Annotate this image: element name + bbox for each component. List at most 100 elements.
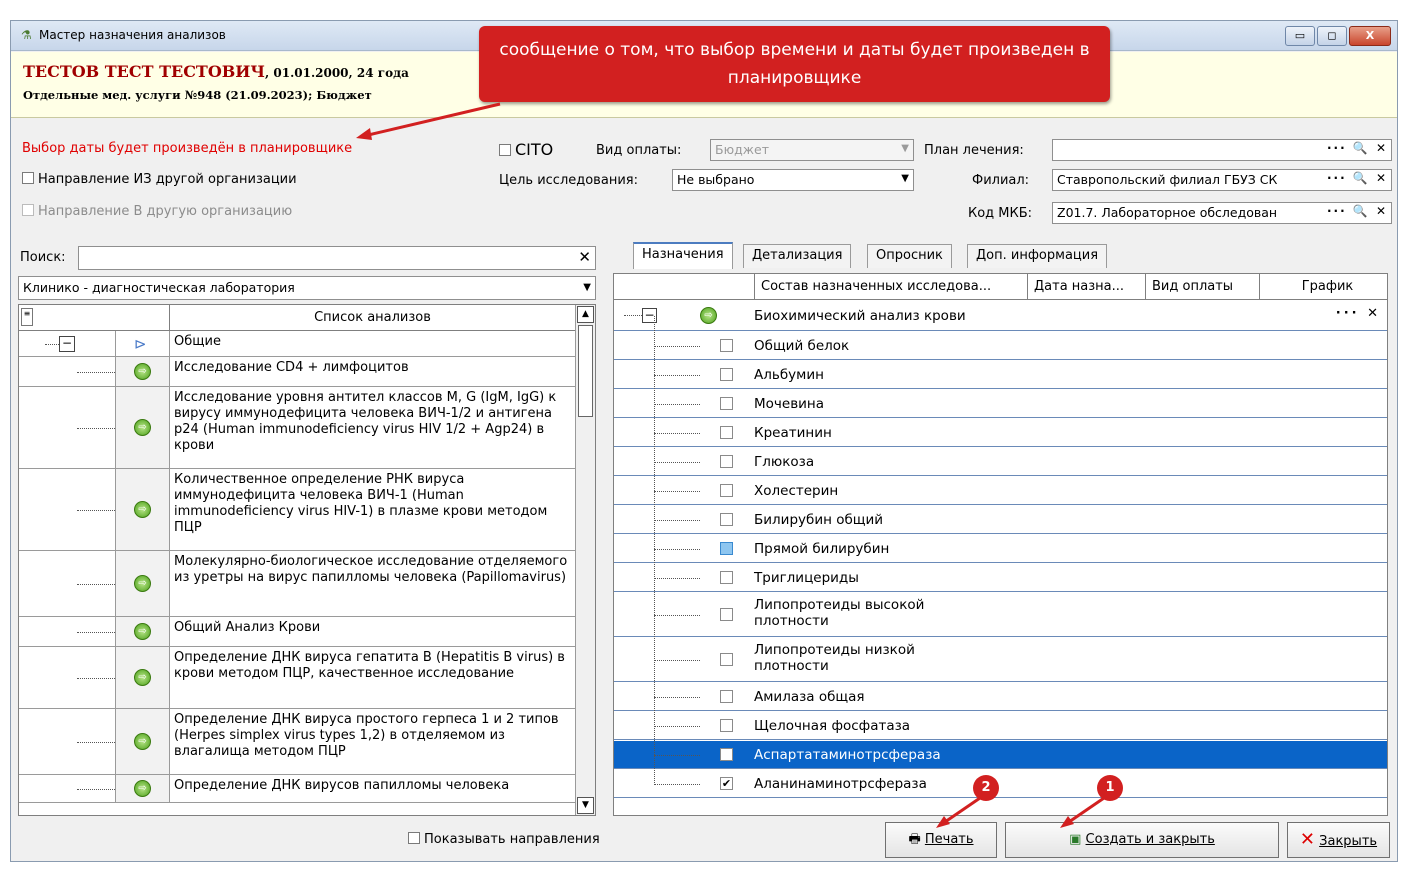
analysis-row[interactable]: ⇨ Определение ДНК вируса гепатита B (Hepa… (19, 647, 575, 709)
assignment-checkbox[interactable] (720, 513, 733, 526)
assignment-checkbox[interactable] (720, 484, 733, 497)
assignment-checkbox[interactable] (720, 690, 733, 703)
analysis-row[interactable]: ⇨ Определение ДНК вируса простого герпеса… (19, 709, 575, 775)
assignment-checkbox[interactable] (720, 368, 733, 381)
assignment-row[interactable]: Билирубин общий (614, 506, 1387, 534)
group-arrow-icon[interactable]: ⊳ (115, 331, 169, 356)
assignment-row[interactable]: Липопротеиды высокой плотности (614, 593, 1387, 637)
add-analysis-icon[interactable]: ⇨ (115, 647, 169, 708)
tab-details[interactable]: Детализация (743, 244, 852, 268)
clear-search-icon[interactable]: ✕ (578, 248, 591, 266)
mkb-label: Код МКБ: (968, 206, 1033, 221)
assignment-row[interactable]: Щелочная фосфатаза (614, 712, 1387, 740)
add-analysis-icon[interactable]: ⇨ (115, 551, 169, 616)
branch-field-buttons[interactable]: ··· 🔍 ✕ (1327, 171, 1388, 185)
add-analysis-icon[interactable]: ⇨ (115, 387, 169, 468)
column-chooser-icon[interactable]: ≡ (21, 308, 33, 326)
analysis-row[interactable]: − ⊳ Общие (19, 331, 575, 357)
tab-questionnaire[interactable]: Опросник (867, 244, 952, 268)
assignments-header: Состав назначенных исследова... Дата наз… (614, 274, 1387, 300)
assignment-checkbox[interactable] (720, 455, 733, 468)
add-analysis-icon[interactable]: ⇨ (115, 469, 169, 550)
assignment-name: Аланинаминотрсфераза (754, 776, 927, 792)
tree-line (654, 346, 700, 347)
group-row[interactable]: − ⇨ Биохимический анализ крови ··· ✕ (614, 301, 1387, 331)
assignment-checkbox[interactable] (720, 719, 733, 732)
tree-vertical-line (654, 316, 655, 785)
col-date[interactable]: Дата назна... (1027, 274, 1145, 300)
scroll-thumb[interactable] (578, 325, 593, 417)
minimize-button[interactable]: ▭ (1285, 26, 1315, 46)
assignment-row[interactable]: Мочевина (614, 390, 1387, 418)
show-directions-checkbox[interactable]: Показывать направления (408, 832, 600, 847)
cito-checkbox[interactable]: CITO (499, 140, 553, 159)
mkb-field-buttons[interactable]: ··· 🔍 ✕ (1327, 204, 1388, 218)
assignment-row[interactable]: Триглицериды (614, 564, 1387, 592)
callout-arrow (356, 102, 501, 140)
assignment-row[interactable]: Амилаза общая (614, 683, 1387, 711)
analysis-row[interactable]: ⇨ Исследование CD4 + лимфоцитов (19, 357, 575, 387)
close-button[interactable]: ✕ Закрыть (1287, 822, 1390, 858)
analysis-name: Количественное определение РНК вируса им… (169, 469, 575, 551)
from-org-checkbox[interactable]: Направление ИЗ другой организации (22, 172, 297, 187)
add-analysis-icon[interactable]: ⇨ (115, 357, 169, 386)
assignment-row[interactable]: Креатинин (614, 419, 1387, 447)
assignment-row[interactable]: Общий белок (614, 332, 1387, 360)
branch-field[interactable]: Ставропольский филиал ГБУЗ СК ··· 🔍 ✕ (1052, 169, 1392, 191)
show-directions-check[interactable] (408, 832, 420, 844)
assignment-checkbox[interactable] (720, 748, 733, 761)
purpose-label: Цель исследования: (499, 173, 638, 188)
assignment-checkbox[interactable] (720, 339, 733, 352)
from-org-check[interactable] (22, 172, 34, 184)
scroll-up-icon[interactable]: ▲ (577, 306, 594, 323)
tab-assignments[interactable]: Назначения (633, 242, 733, 269)
assignment-checkbox[interactable] (720, 653, 733, 666)
tree-line (654, 404, 700, 405)
add-analysis-icon[interactable]: ⇨ (115, 775, 169, 802)
add-analysis-icon[interactable]: ⇨ (115, 709, 169, 774)
assignment-row[interactable]: Холестерин (614, 477, 1387, 505)
scroll-down-icon[interactable]: ▼ (577, 797, 594, 814)
assignment-row[interactable]: Глюкоза (614, 448, 1387, 476)
plan-field[interactable]: ··· 🔍 ✕ (1052, 139, 1392, 161)
col-composition[interactable]: Состав назначенных исследова... (754, 274, 1027, 300)
col-payment[interactable]: Вид оплаты (1145, 274, 1259, 300)
mkb-field[interactable]: Z01.7. Лабораторное обследован ··· 🔍 ✕ (1052, 202, 1392, 224)
analysis-row[interactable]: ⇨ Общий Анализ Крови (19, 617, 575, 647)
group-row-buttons[interactable]: ··· ✕ (1336, 306, 1381, 321)
analysis-row[interactable]: ⇨ Исследование уровня антител классов M, … (19, 387, 575, 469)
search-label: Поиск: (20, 250, 66, 265)
tree-line (654, 491, 700, 492)
lab-select[interactable]: Клинико - диагностическая лаборатория ▼ (18, 276, 596, 300)
col-schedule[interactable]: График (1259, 274, 1387, 300)
assignment-checkbox[interactable] (720, 608, 733, 621)
app-icon: ⚗ (21, 28, 32, 42)
assignment-checkbox[interactable]: ✔ (720, 777, 733, 790)
assignment-checkbox[interactable] (720, 571, 733, 584)
close-window-button[interactable]: X (1349, 26, 1391, 46)
tree-line (654, 520, 700, 521)
tab-additional-info[interactable]: Доп. информация (967, 244, 1108, 268)
assignment-checkbox[interactable] (720, 397, 733, 410)
assignment-row[interactable]: Аспартатаминотрсфераза (614, 741, 1387, 769)
cito-check[interactable] (499, 144, 511, 156)
plan-field-buttons[interactable]: ··· 🔍 ✕ (1327, 141, 1388, 155)
assignment-name: Общий белок (754, 338, 850, 354)
search-input[interactable]: ✕ (78, 246, 596, 270)
assignment-row[interactable]: Липопротеиды низкой плотности (614, 638, 1387, 682)
to-org-check (22, 204, 34, 216)
add-analysis-icon[interactable]: ⇨ (115, 617, 169, 646)
tree-line (654, 697, 700, 698)
assignment-row[interactable]: Альбумин (614, 361, 1387, 389)
tree-indent (19, 775, 115, 802)
collapse-icon[interactable]: − (59, 336, 75, 352)
purpose-select[interactable]: Не выбрано ▼ (672, 169, 914, 191)
analysis-row[interactable]: ⇨ Количественное определение РНК вируса и… (19, 469, 575, 551)
assignment-checkbox[interactable] (720, 542, 733, 555)
analysis-scrollbar[interactable]: ▲ ▼ (575, 305, 595, 815)
analysis-row[interactable]: ⇨ Определение ДНК вирусов папилломы челов… (19, 775, 575, 803)
maximize-button[interactable]: ◻ (1317, 26, 1347, 46)
assignment-row[interactable]: Прямой билирубин (614, 535, 1387, 563)
assignment-checkbox[interactable] (720, 426, 733, 439)
analysis-row[interactable]: ⇨ Молекулярно-биологическое исследование … (19, 551, 575, 617)
